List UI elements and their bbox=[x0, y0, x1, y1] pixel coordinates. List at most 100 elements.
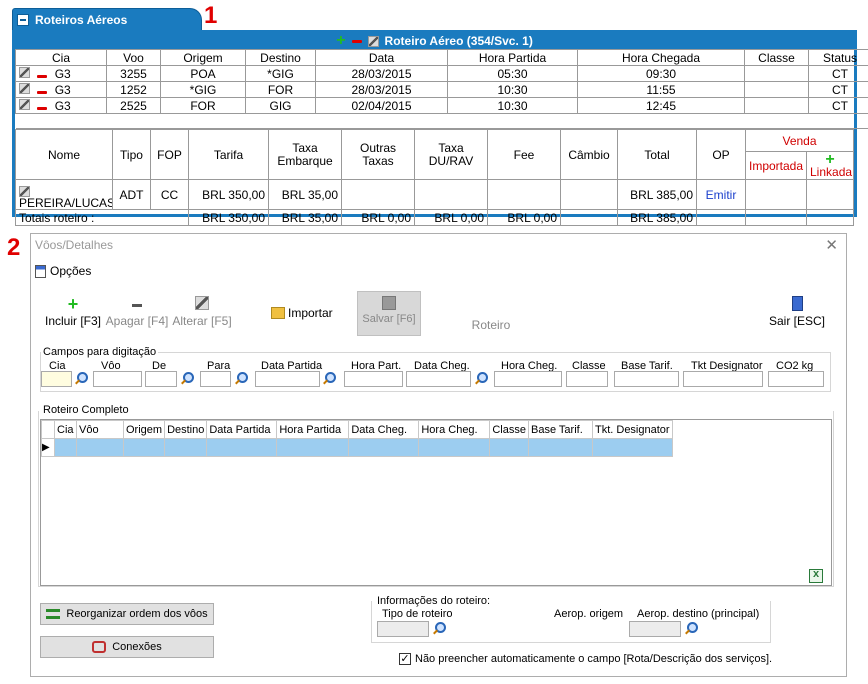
totals-importada bbox=[745, 209, 807, 226]
rc-col-data-partida[interactable]: Data Partida bbox=[206, 420, 278, 439]
para-input[interactable] bbox=[200, 371, 231, 387]
lookup-tipo-roteiro-icon[interactable] bbox=[431, 621, 447, 637]
emitir-link[interactable]: Emitir bbox=[696, 179, 746, 210]
alterar-button[interactable]: Alterar [F5] bbox=[171, 296, 233, 328]
incluir-button[interactable]: + Incluir [F3] bbox=[45, 295, 101, 328]
flight-status: CT bbox=[808, 97, 868, 114]
rc-col-origem[interactable]: Origem bbox=[122, 420, 166, 439]
connections-icon bbox=[92, 641, 107, 653]
rc-cell[interactable] bbox=[527, 438, 593, 457]
col-status: Status bbox=[808, 49, 868, 66]
rc-col-destino[interactable]: Destino bbox=[164, 420, 208, 439]
rc-col-classe[interactable]: Classe bbox=[489, 420, 529, 439]
sair-button[interactable]: Sair [ESC] bbox=[767, 296, 827, 328]
flight-row[interactable]: G3 1252 *GIG FOR 28/03/2015 10:30 11:55 … bbox=[15, 81, 868, 98]
close-icon[interactable]: ✕ bbox=[825, 236, 838, 254]
totals-outras-taxas: BRL 0,00 bbox=[341, 209, 415, 226]
col-destino: Destino bbox=[245, 49, 316, 66]
co2-input[interactable] bbox=[768, 371, 824, 387]
rc-col-tkt-designator[interactable]: Tkt. Designator bbox=[591, 420, 673, 439]
row-indicator-header bbox=[41, 420, 55, 439]
lookup-data-partida-icon[interactable] bbox=[321, 371, 337, 387]
edit-row-icon[interactable] bbox=[19, 82, 30, 94]
rc-cell[interactable] bbox=[54, 438, 77, 457]
rc-cell[interactable] bbox=[591, 438, 673, 457]
edit-row-icon[interactable] bbox=[19, 98, 30, 110]
lookup-para-icon[interactable] bbox=[233, 371, 249, 387]
reorganizar-label: Reorganizar ordem dos vôos bbox=[66, 608, 208, 620]
col-total: Total bbox=[617, 129, 697, 180]
collapse-icon[interactable] bbox=[17, 13, 29, 26]
menu-opcoes[interactable]: Opções bbox=[35, 264, 91, 278]
rc-cell[interactable] bbox=[276, 438, 350, 457]
col-outras-taxas: Outras Taxas bbox=[341, 129, 415, 180]
row-pointer-icon: ▶ bbox=[41, 438, 55, 457]
col-origem: Origem bbox=[160, 49, 246, 66]
lookup-aerop-destino-icon[interactable] bbox=[683, 621, 699, 637]
flight-data: 02/04/2015 bbox=[315, 97, 448, 114]
rc-col-voo[interactable]: Vôo bbox=[76, 420, 124, 439]
tkt-designator-input[interactable] bbox=[683, 371, 763, 387]
voo-input[interactable] bbox=[93, 371, 142, 387]
tipo-roteiro-input[interactable] bbox=[377, 621, 429, 637]
rc-col-base-tarif[interactable]: Base Tarif. bbox=[527, 420, 593, 439]
nao-preencher-label[interactable]: Não preencher automaticamente o campo [R… bbox=[415, 653, 772, 665]
flight-row[interactable]: G3 2525 FOR GIG 02/04/2015 10:30 12:45 C… bbox=[15, 97, 868, 114]
de-input[interactable] bbox=[145, 371, 177, 387]
col-data: Data bbox=[315, 49, 448, 66]
pax-row[interactable]: PEREIRA/LUCAS ADT CC BRL 350,00 BRL 35,0… bbox=[15, 179, 855, 210]
reorganizar-button[interactable]: Reorganizar ordem dos vôos bbox=[40, 603, 214, 625]
classe-input[interactable] bbox=[566, 371, 608, 387]
lookup-de-icon[interactable] bbox=[179, 371, 195, 387]
nao-preencher-checkbox[interactable]: ✓ bbox=[399, 653, 411, 665]
rc-cell[interactable] bbox=[76, 438, 124, 457]
cia-input[interactable] bbox=[41, 371, 72, 387]
col-tipo: Tipo bbox=[112, 129, 151, 180]
salvar-button[interactable]: Salvar [F6] bbox=[357, 291, 421, 336]
remove-icon[interactable] bbox=[351, 39, 362, 43]
delete-row-icon[interactable] bbox=[37, 74, 48, 78]
apagar-button[interactable]: Apagar [F4] bbox=[105, 296, 169, 328]
col-fop: FOP bbox=[150, 129, 189, 180]
col-linkada-label: Linkada bbox=[810, 164, 853, 179]
rc-cell[interactable] bbox=[418, 438, 491, 457]
lookup-cia-icon[interactable] bbox=[73, 371, 89, 387]
rc-col-data-cheg[interactable]: Data Cheg. bbox=[348, 420, 420, 439]
delete-row-icon[interactable] bbox=[37, 90, 48, 94]
roteiro-grid[interactable]: Cia Vôo Origem Destino Data Partida Hora… bbox=[40, 419, 832, 586]
rc-cell[interactable] bbox=[489, 438, 529, 457]
export-excel-icon[interactable] bbox=[809, 568, 823, 583]
edit-icon bbox=[171, 296, 233, 312]
marker-2: 2 bbox=[7, 234, 21, 261]
roteiro-button[interactable]: Roteiro bbox=[471, 318, 511, 332]
roteiros-aereos-tab[interactable]: Roteiros Aéreos bbox=[12, 8, 202, 30]
reorder-icon bbox=[46, 609, 61, 619]
add-icon[interactable]: + bbox=[336, 33, 345, 49]
voos-detalhes-dialog: Vôos/Detalhes ✕ Opções + Incluir [F3] Ap… bbox=[30, 233, 847, 677]
flight-cia-cell: G3 bbox=[15, 97, 107, 114]
flight-cia-cell: G3 bbox=[15, 65, 107, 82]
data-cheg-input[interactable] bbox=[406, 371, 471, 387]
roteiro-row[interactable]: ▶ bbox=[41, 438, 673, 457]
rc-cell[interactable] bbox=[348, 438, 420, 457]
importar-button[interactable]: Importar bbox=[271, 306, 341, 320]
lookup-data-cheg-icon[interactable] bbox=[473, 371, 489, 387]
campos-legend: Campos para digitação bbox=[43, 346, 157, 358]
edit-row-icon[interactable] bbox=[19, 66, 30, 78]
rc-cell[interactable] bbox=[122, 438, 166, 457]
rc-cell[interactable] bbox=[206, 438, 278, 457]
conexoes-button[interactable]: Conexões bbox=[40, 636, 214, 658]
hora-part-input[interactable] bbox=[344, 371, 403, 387]
aerop-destino-input[interactable] bbox=[629, 621, 681, 637]
rc-col-cia[interactable]: Cia bbox=[54, 420, 77, 439]
rc-cell[interactable] bbox=[164, 438, 208, 457]
data-partida-input[interactable] bbox=[255, 371, 320, 387]
rc-col-hora-cheg[interactable]: Hora Cheg. bbox=[418, 420, 491, 439]
flight-classe bbox=[744, 97, 809, 114]
base-tarif-input[interactable] bbox=[614, 371, 679, 387]
hora-cheg-input[interactable] bbox=[494, 371, 562, 387]
rc-col-hora-partida[interactable]: Hora Partida bbox=[276, 420, 350, 439]
flight-row[interactable]: G3 3255 POA *GIG 28/03/2015 05:30 09:30 … bbox=[15, 65, 868, 82]
edit-icon[interactable] bbox=[367, 35, 379, 47]
delete-row-icon[interactable] bbox=[37, 106, 48, 110]
